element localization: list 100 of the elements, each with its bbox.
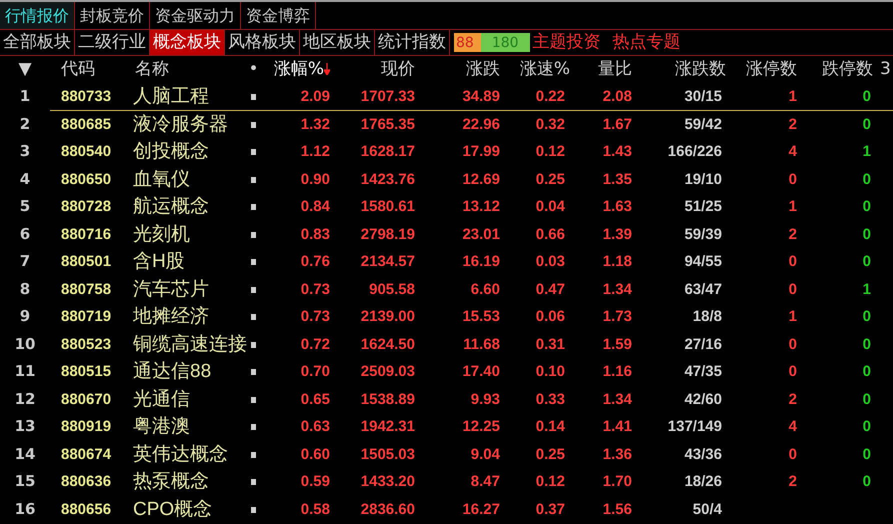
change-cell-text: 17.40 bbox=[461, 362, 501, 382]
row-number: 10 bbox=[14, 334, 36, 354]
code-cell-text: 880523 bbox=[60, 334, 112, 354]
volume-ratio-cell-text: 1.56 bbox=[602, 500, 633, 520]
change-percent-cell-text: 0.83 bbox=[300, 224, 331, 244]
change-percent-cell-text: 1.12 bbox=[300, 142, 331, 162]
price-cell-text: 1628.17 bbox=[360, 142, 416, 162]
column-header[interactable]: 量比 bbox=[570, 56, 635, 82]
advance-decline-cell-text: 27/16 bbox=[683, 334, 723, 354]
limit-up-count-cell-text: 4 bbox=[788, 417, 798, 437]
table-row[interactable]: 880670 光通信 0.65 1538.89 9.93 0.33 1.34 42/60 2 0 bbox=[50, 386, 893, 413]
speed-cell-text: 0.33 bbox=[534, 390, 566, 410]
table-row[interactable]: 880515 通达信88 0.70 2509.03 17.40 0.10 1.16 47/35 0 0 bbox=[50, 358, 893, 386]
marker-icon bbox=[251, 452, 256, 458]
topic-link[interactable]: 主题投资 bbox=[532, 30, 601, 55]
row-number: 4 bbox=[18, 168, 32, 190]
column-header[interactable]: 涨幅% bbox=[262, 56, 335, 82]
volume-ratio-cell-text: 1.73 bbox=[602, 307, 633, 327]
advance-decline-cell-text: 94/55 bbox=[683, 252, 723, 272]
advance-decline-cell-text: 50/4 bbox=[692, 500, 723, 520]
table-row[interactable]: 880650 血氧仪 0.90 1423.76 12.69 0.25 1.35 19/10 0 0 bbox=[50, 166, 893, 193]
name-cell-text: 光通信 bbox=[132, 388, 191, 412]
limit-up-count-cell-text: 0 bbox=[788, 362, 798, 382]
column-header[interactable]: 涨停数 bbox=[726, 56, 801, 82]
price-cell-text: 1423.76 bbox=[360, 170, 416, 190]
table-row[interactable]: 880523 铜缆高速连接 0.72 1624.50 11.68 0.31 1.59 27/16 0 0 bbox=[50, 330, 893, 358]
advance-decline-cell-text: 63/47 bbox=[683, 280, 723, 300]
row-number: 9 bbox=[18, 306, 32, 327]
speed-cell-text: 0.31 bbox=[534, 334, 566, 354]
column-header[interactable]: 涨速% bbox=[505, 56, 570, 82]
name-cell-text: 人脑工程 bbox=[132, 85, 210, 109]
price-cell-text: 2836.60 bbox=[360, 500, 416, 520]
row-number: 8 bbox=[18, 278, 32, 300]
table-row[interactable]: 880728 航运概念 0.84 1580.61 13.12 0.04 1.63 51/25 1 0 bbox=[50, 193, 893, 220]
table-row[interactable]: 880758 汽车芯片 0.73 905.58 6.60 0.47 1.34 63/47 0 1 bbox=[50, 276, 893, 303]
top-tab[interactable]: 行情报价 bbox=[0, 2, 75, 29]
column-header[interactable]: 代码 bbox=[50, 56, 125, 82]
table-row[interactable]: 880501 含H股 0.76 2134.57 16.19 0.03 1.18 94/55 0 0 bbox=[50, 248, 893, 276]
volume-ratio-cell-text: 1.43 bbox=[602, 142, 633, 162]
advance-count: 88 bbox=[455, 34, 474, 52]
speed-cell-text: 0.14 bbox=[534, 417, 566, 437]
table-row[interactable]: 880540 创投概念 1.12 1628.17 17.99 0.12 1.43 166/226 4 1 bbox=[50, 138, 893, 166]
volume-ratio-cell-text: 2.08 bbox=[602, 87, 633, 107]
price-cell-text: 1505.03 bbox=[360, 444, 416, 464]
column-header[interactable]: 现价 bbox=[335, 56, 420, 82]
board-tab[interactable]: 概念板块 bbox=[150, 30, 225, 55]
name-cell-text: CPO概念 bbox=[132, 498, 214, 522]
board-tab[interactable]: 统计指数 bbox=[375, 30, 450, 55]
name-cell-text: 含H股 bbox=[132, 250, 186, 274]
row-number: 15 bbox=[14, 471, 36, 492]
board-tab[interactable]: 全部板块 bbox=[0, 30, 75, 55]
price-cell-text: 2798.19 bbox=[360, 224, 416, 244]
table-row[interactable]: 880919 粤港澳 0.63 1942.31 12.25 0.14 1.41 137/149 4 0 bbox=[50, 413, 893, 440]
top-tab[interactable]: 封板竞价 bbox=[75, 2, 150, 29]
change-cell-text: 22.96 bbox=[461, 114, 501, 134]
change-cell-text: 15.53 bbox=[461, 307, 501, 327]
board-tab[interactable]: 地区板块 bbox=[300, 30, 375, 55]
marker-icon bbox=[251, 149, 256, 156]
column-header[interactable]: 涨跌数 bbox=[635, 56, 726, 82]
price-cell-text: 1538.89 bbox=[360, 390, 416, 410]
column-header[interactable]: 3 bbox=[874, 56, 893, 82]
column-header[interactable]: 跌停数 bbox=[801, 56, 874, 82]
name-cell-text: 血氧仪 bbox=[132, 168, 191, 192]
advance-decline-cell-text: 59/39 bbox=[683, 224, 723, 244]
speed-cell-text: 0.32 bbox=[534, 114, 566, 134]
table-row[interactable]: 880719 地摊经济 0.73 2139.00 15.53 0.06 1.73 18/8 1 0 bbox=[50, 303, 893, 330]
top-tab[interactable]: 资金驱动力 bbox=[150, 2, 241, 29]
top-tab[interactable]: 资金博弈 bbox=[241, 2, 316, 29]
limit-down-count-cell-text: 0 bbox=[862, 417, 872, 437]
change-percent-cell-text: 0.73 bbox=[300, 307, 331, 327]
table-row[interactable]: 880674 英伟达概念 0.60 1505.03 9.04 0.25 1.36 43/36 0 0 bbox=[50, 440, 893, 468]
column-header[interactable]: ▼ bbox=[0, 56, 50, 82]
volume-ratio-cell-text: 1.67 bbox=[602, 114, 633, 134]
limit-up-count-cell-text: 0 bbox=[788, 170, 798, 190]
table-row[interactable]: 880636 热泵概念 0.59 1433.20 8.47 0.12 1.70 18/26 2 0 bbox=[50, 468, 893, 496]
speed-cell-text: 0.03 bbox=[534, 252, 566, 272]
table-row[interactable]: 880656 CPO概念 0.58 2836.60 16.27 0.37 1.56 50/4 bbox=[50, 496, 893, 523]
limit-up-count-cell-text: 0 bbox=[788, 252, 798, 272]
speed-cell-text: 0.12 bbox=[534, 472, 566, 492]
code-cell-text: 880728 bbox=[60, 197, 112, 217]
column-header[interactable]: 名称 bbox=[125, 56, 245, 82]
board-tab[interactable]: 风格板块 bbox=[225, 30, 300, 55]
column-header[interactable]: 涨跌 bbox=[420, 56, 505, 82]
code-cell-text: 880716 bbox=[60, 224, 112, 244]
change-percent-cell-text: 0.76 bbox=[300, 252, 331, 272]
marker-icon bbox=[251, 396, 256, 403]
limit-up-count-cell-text: 2 bbox=[788, 472, 798, 492]
limit-down-count-cell-text: 0 bbox=[862, 170, 872, 190]
table-row[interactable]: 880685 液冷服务器 1.32 1765.35 22.96 0.32 1.67 59/42 2 0 bbox=[50, 110, 893, 138]
column-header[interactable]: • bbox=[245, 56, 262, 82]
table-row[interactable]: 880716 光刻机 0.83 2798.19 23.01 0.66 1.39 59/39 2 0 bbox=[50, 220, 893, 248]
change-cell-text: 12.25 bbox=[461, 417, 501, 437]
speed-cell-text: 0.47 bbox=[534, 280, 566, 300]
code-cell-text: 880674 bbox=[60, 444, 112, 464]
table-row[interactable]: 880733 人脑工程 2.09 1707.33 34.89 0.22 2.08 30/15 1 0 bbox=[50, 83, 893, 110]
change-percent-cell-text: 0.59 bbox=[300, 472, 331, 492]
limit-down-count-cell-text: 0 bbox=[862, 87, 872, 107]
advance-decline-cell-text: 42/60 bbox=[683, 390, 723, 410]
name-cell-text: 铜缆高速连接 bbox=[132, 332, 245, 356]
topic-link[interactable]: 热点专题 bbox=[612, 30, 681, 55]
